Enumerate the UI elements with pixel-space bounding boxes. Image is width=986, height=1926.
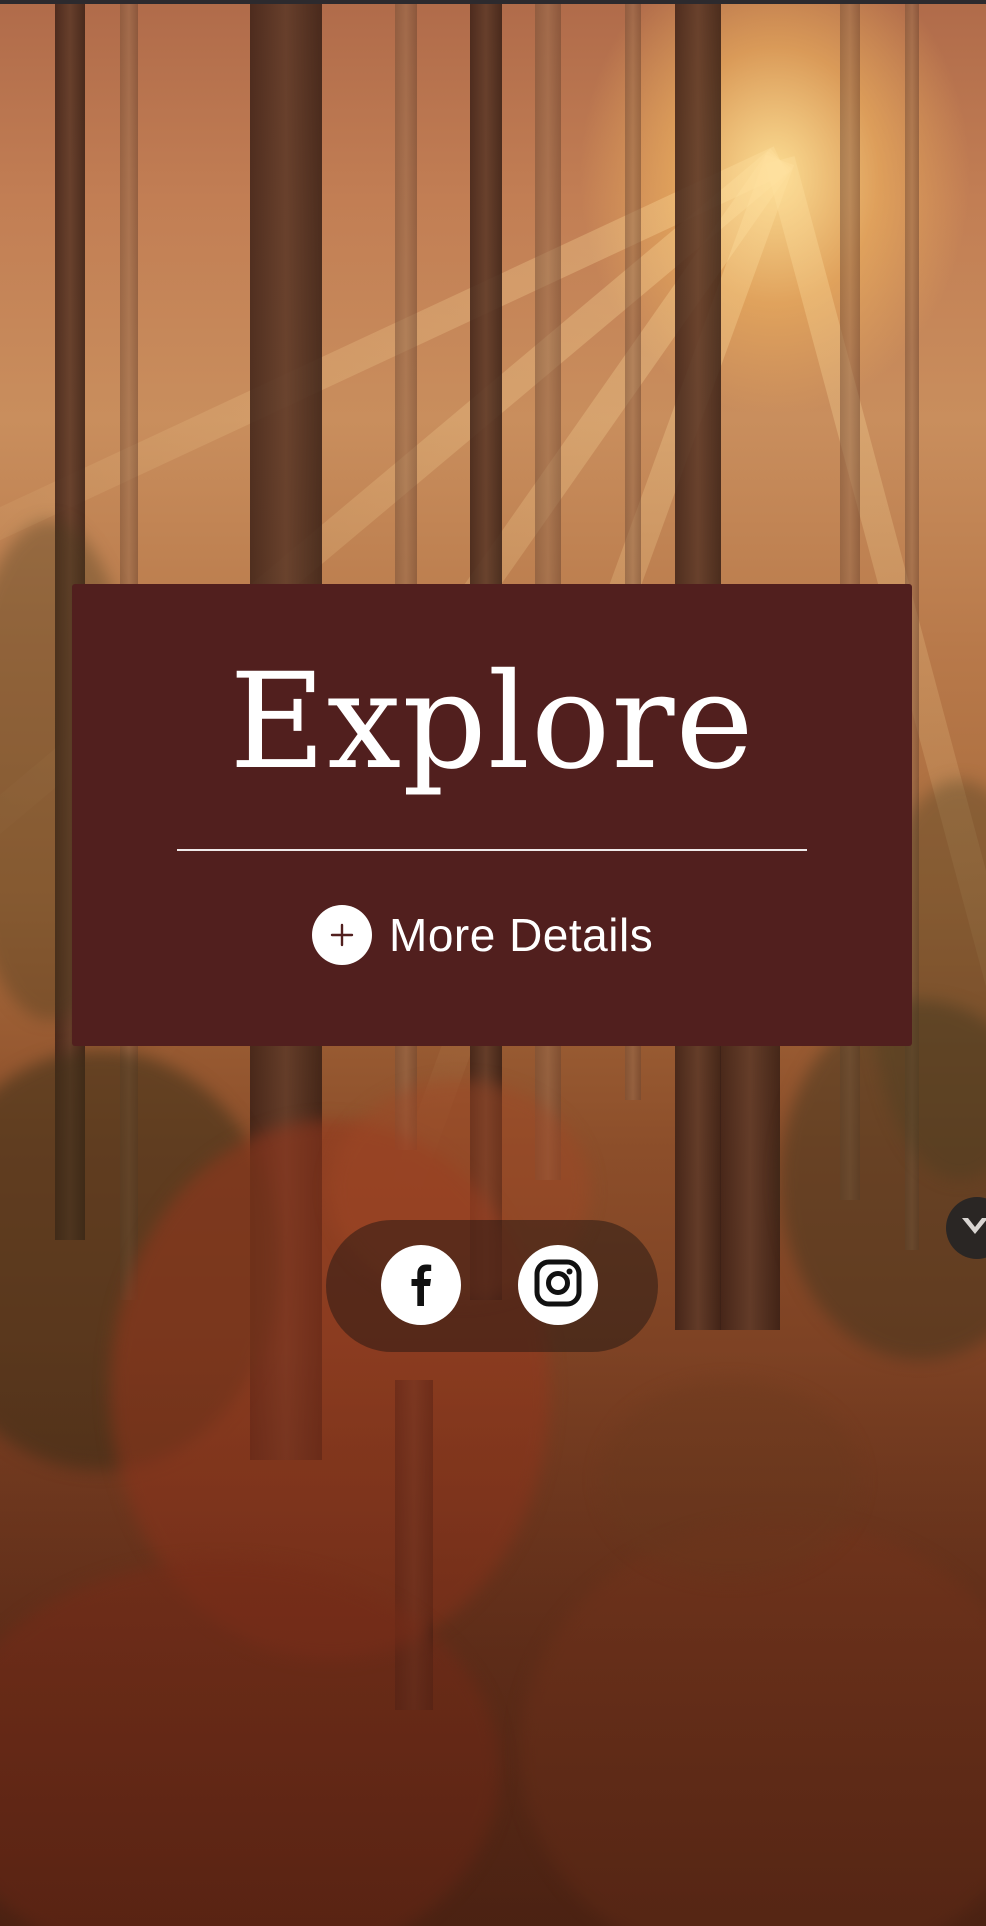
instagram-icon bbox=[531, 1256, 585, 1315]
facebook-button[interactable] bbox=[381, 1245, 461, 1325]
instagram-button[interactable] bbox=[518, 1245, 598, 1325]
more-details-label: More Details bbox=[389, 909, 654, 961]
social-bar bbox=[326, 1220, 658, 1352]
page-title: Explore bbox=[229, 645, 755, 799]
facebook-icon bbox=[396, 1258, 446, 1313]
chevron-down-icon bbox=[960, 1214, 986, 1243]
more-details-button[interactable]: More Details bbox=[312, 904, 653, 966]
top-bar bbox=[0, 0, 986, 4]
plus-icon bbox=[312, 905, 372, 965]
title-divider bbox=[177, 849, 807, 851]
explore-card: Explore More Details bbox=[72, 584, 912, 1046]
